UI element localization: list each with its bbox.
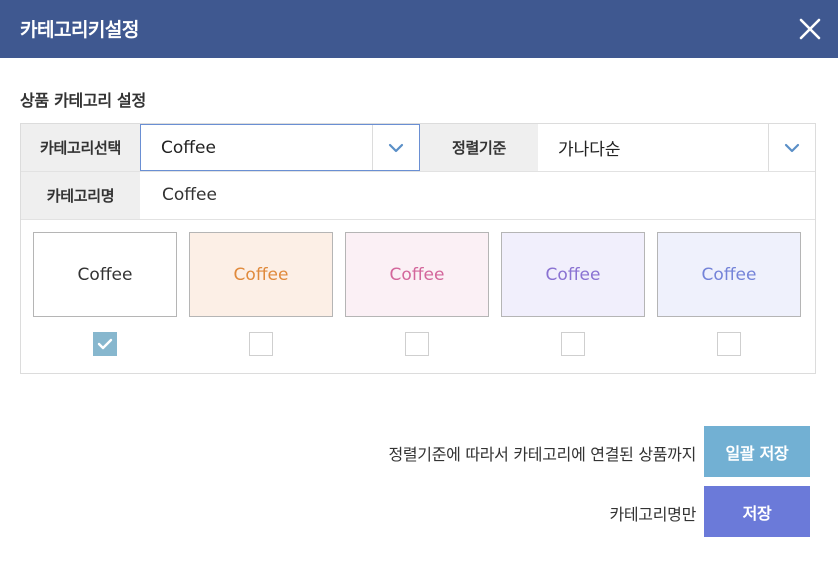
category-select[interactable]: Coffee <box>140 124 420 171</box>
swatch-label: Coffee <box>389 264 445 285</box>
bulk-save-button[interactable]: 일괄 저장 <box>704 426 810 477</box>
color-swatch[interactable]: Coffee <box>33 232 177 317</box>
color-swatch[interactable]: Coffee <box>657 232 801 317</box>
swatch-checkbox[interactable] <box>249 332 273 356</box>
dialog-titlebar: 카테고리키설정 <box>0 0 838 58</box>
category-select-label: 카테고리선택 <box>21 124 140 171</box>
swatch-label: Coffee <box>545 264 601 285</box>
swatch-checkbox[interactable] <box>717 332 741 356</box>
check-icon <box>97 338 113 350</box>
name-only-description: 카테고리명만 <box>609 505 696 524</box>
swatch-label: Coffee <box>233 264 289 285</box>
sort-label: 정렬기준 <box>420 124 538 171</box>
category-name-label: 카테고리명 <box>21 172 140 219</box>
swatch-checkbox[interactable] <box>561 332 585 356</box>
swatch-label: Coffee <box>701 264 757 285</box>
close-icon[interactable] <box>795 14 825 44</box>
section-title: 상품 카테고리 설정 <box>20 91 146 110</box>
color-swatch[interactable]: Coffee <box>189 232 333 317</box>
swatch-checkbox[interactable] <box>93 332 117 356</box>
dialog-title: 카테고리키설정 <box>20 19 139 41</box>
swatch-checkbox[interactable] <box>405 332 429 356</box>
color-swatch[interactable]: Coffee <box>345 232 489 317</box>
row-divider <box>21 171 815 172</box>
bulk-save-description: 정렬기준에 따라서 카테고리에 연결된 상품까지 <box>388 445 696 464</box>
save-button[interactable]: 저장 <box>704 486 810 537</box>
category-select-value: Coffee <box>161 137 216 158</box>
swatch-label: Coffee <box>77 264 133 285</box>
sort-select[interactable]: 가나다순 <box>538 124 815 171</box>
color-swatch[interactable]: Coffee <box>501 232 645 317</box>
row-divider <box>21 219 815 220</box>
chevron-down-icon[interactable] <box>768 124 815 171</box>
chevron-down-icon[interactable] <box>372 125 419 170</box>
category-name-value: Coffee <box>162 185 217 205</box>
sort-select-value: 가나다순 <box>558 140 621 160</box>
category-settings-panel: 카테고리선택 Coffee 정렬기준 가나다순 카테고리명 Coffee Cof… <box>20 123 816 374</box>
